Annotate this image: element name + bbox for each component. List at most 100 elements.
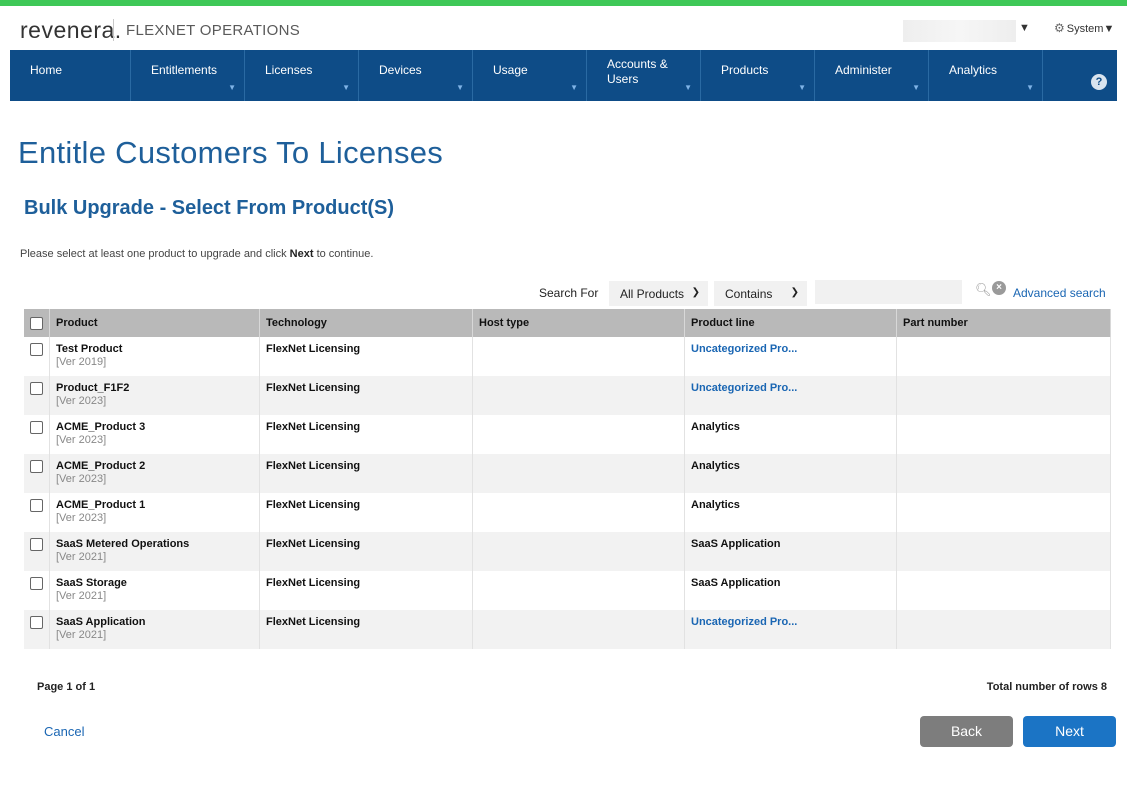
table-row: ACME_Product 2 [Ver 2023] FlexNet Licensi…: [24, 454, 1111, 493]
nav-analytics[interactable]: Analytics ▼: [929, 50, 1043, 101]
row-checkbox[interactable]: [30, 616, 43, 629]
caret-down-icon: ▼: [684, 83, 692, 92]
host-type-cell: [472, 571, 685, 610]
nav-label: Accounts & Users: [607, 57, 668, 86]
caret-down-icon: ▼: [1026, 83, 1034, 92]
host-type-cell: [472, 493, 685, 532]
nav-licenses[interactable]: Licenses ▼: [245, 50, 359, 101]
column-header-product-line[interactable]: Product line: [684, 309, 897, 337]
table-row: Product_F1F2 [Ver 2023] FlexNet Licensing…: [24, 376, 1111, 415]
user-menu-caret-icon[interactable]: ▼: [1019, 22, 1030, 34]
nav-label: Administer: [835, 63, 892, 77]
search-scope-select[interactable]: All Products ❯: [609, 281, 708, 306]
row-checkbox[interactable]: [30, 577, 43, 590]
technology-cell: FlexNet Licensing: [266, 382, 361, 394]
search-input[interactable]: [815, 280, 962, 304]
table-row: ACME_Product 1 [Ver 2023] FlexNet Licensi…: [24, 493, 1111, 532]
host-type-cell: [472, 415, 685, 454]
product-line-cell: SaaS Application: [691, 577, 781, 589]
search-icon[interactable]: 🔍︎: [975, 282, 992, 298]
page-title: Entitle Customers To Licenses: [18, 135, 444, 170]
pagination-info: Page 1 of 1: [37, 681, 96, 693]
product-line-link[interactable]: Uncategorized Pro...: [691, 616, 797, 628]
clear-search-icon[interactable]: ×: [992, 281, 1006, 295]
product-version: [Ver 2021]: [56, 551, 107, 563]
part-number-cell: [896, 454, 1111, 493]
select-all-cell: [24, 309, 50, 337]
caret-down-icon: ▼: [798, 83, 806, 92]
column-header-host-type[interactable]: Host type: [472, 309, 685, 337]
product-line-link[interactable]: Uncategorized Pro...: [691, 382, 797, 394]
table-row: SaaS Application [Ver 2021] FlexNet Licen…: [24, 610, 1111, 649]
nav-accounts-users[interactable]: Accounts & Users ▼: [587, 50, 701, 101]
gears-icon: ⚙: [1054, 21, 1065, 35]
caret-down-icon: ▼: [912, 83, 920, 92]
part-number-cell: [896, 532, 1111, 571]
search-operator-select[interactable]: Contains ❯: [714, 281, 807, 306]
row-checkbox[interactable]: [30, 382, 43, 395]
logo-divider: [113, 19, 114, 41]
product-line-cell: Analytics: [691, 499, 740, 511]
product-version: [Ver 2019]: [56, 356, 107, 368]
caret-down-icon: ▼: [228, 83, 236, 92]
caret-down-icon: ▼: [456, 83, 464, 92]
row-checkbox[interactable]: [30, 343, 43, 356]
page-subtitle: Bulk Upgrade - Select From Product(S): [24, 197, 395, 219]
technology-cell: FlexNet Licensing: [266, 343, 361, 355]
system-menu[interactable]: ⚙ System▼: [1054, 21, 1114, 35]
host-type-cell: [472, 610, 685, 649]
technology-cell: FlexNet Licensing: [266, 460, 361, 472]
nav-devices[interactable]: Devices ▼: [359, 50, 473, 101]
product-name-cell: ACME_Product 3: [56, 421, 146, 433]
nav-usage[interactable]: Usage ▼: [473, 50, 587, 101]
row-checkbox[interactable]: [30, 499, 43, 512]
nav-label: Products: [721, 63, 769, 77]
next-button[interactable]: Next: [1023, 716, 1116, 747]
nav-label: Licenses: [265, 63, 313, 77]
row-checkbox[interactable]: [30, 421, 43, 434]
product-version: [Ver 2023]: [56, 512, 107, 524]
nav-label: Entitlements: [151, 63, 218, 77]
nav-label: Devices: [379, 63, 422, 77]
product-name: FLEXNET OPERATIONS: [126, 22, 301, 39]
product-version: [Ver 2023]: [56, 473, 107, 485]
table-row: Test Product [Ver 2019] FlexNet Licensing…: [24, 337, 1111, 376]
product-version: [Ver 2023]: [56, 395, 107, 407]
nav-administer[interactable]: Administer ▼: [815, 50, 929, 101]
product-version: [Ver 2021]: [56, 590, 107, 602]
main-nav: Home Entitlements ▼ Licenses ▼ Devices ▼ Us…: [10, 50, 1117, 101]
product-line-cell: Analytics: [691, 460, 740, 472]
host-type-cell: [472, 532, 685, 571]
nav-home[interactable]: Home: [10, 50, 131, 101]
help-icon[interactable]: ?: [1091, 74, 1107, 90]
user-menu-name[interactable]: [903, 20, 1016, 42]
search-for-label: Search For: [539, 286, 599, 300]
nav-products[interactable]: Products ▼: [701, 50, 815, 101]
nav-label: Analytics: [949, 63, 998, 77]
product-name-cell: Product_F1F2: [56, 382, 130, 394]
cancel-link[interactable]: Cancel: [44, 724, 84, 739]
product-line-cell: Analytics: [691, 421, 740, 433]
column-header-technology[interactable]: Technology: [259, 309, 473, 337]
technology-cell: FlexNet Licensing: [266, 577, 361, 589]
product-name-cell: ACME_Product 2: [56, 460, 146, 472]
select-all-checkbox[interactable]: [30, 316, 43, 330]
revenera-logo[interactable]: revenera.: [20, 17, 122, 44]
row-checkbox[interactable]: [30, 460, 43, 473]
row-checkbox[interactable]: [30, 538, 43, 551]
back-button[interactable]: Back: [920, 716, 1013, 747]
advanced-search-link[interactable]: Advanced search: [1013, 286, 1106, 300]
host-type-cell: [472, 337, 685, 376]
app-header: revenera. FLEXNET OPERATIONS ▼ ⚙ System▼: [0, 6, 1127, 50]
product-name-cell: ACME_Product 1: [56, 499, 146, 511]
products-table: Product Technology Host type Product lin…: [24, 309, 1111, 649]
product-name-cell: SaaS Metered Operations: [56, 538, 190, 550]
part-number-cell: [896, 493, 1111, 532]
column-header-part-number[interactable]: Part number: [896, 309, 1111, 337]
table-row: SaaS Storage [Ver 2021] FlexNet Licensing…: [24, 571, 1111, 610]
column-header-product[interactable]: Product: [49, 309, 260, 337]
nav-entitlements[interactable]: Entitlements ▼: [131, 50, 245, 101]
product-line-link[interactable]: Uncategorized Pro...: [691, 343, 797, 355]
chevron-down-icon: ❯: [790, 287, 799, 298]
product-version: [Ver 2023]: [56, 434, 107, 446]
